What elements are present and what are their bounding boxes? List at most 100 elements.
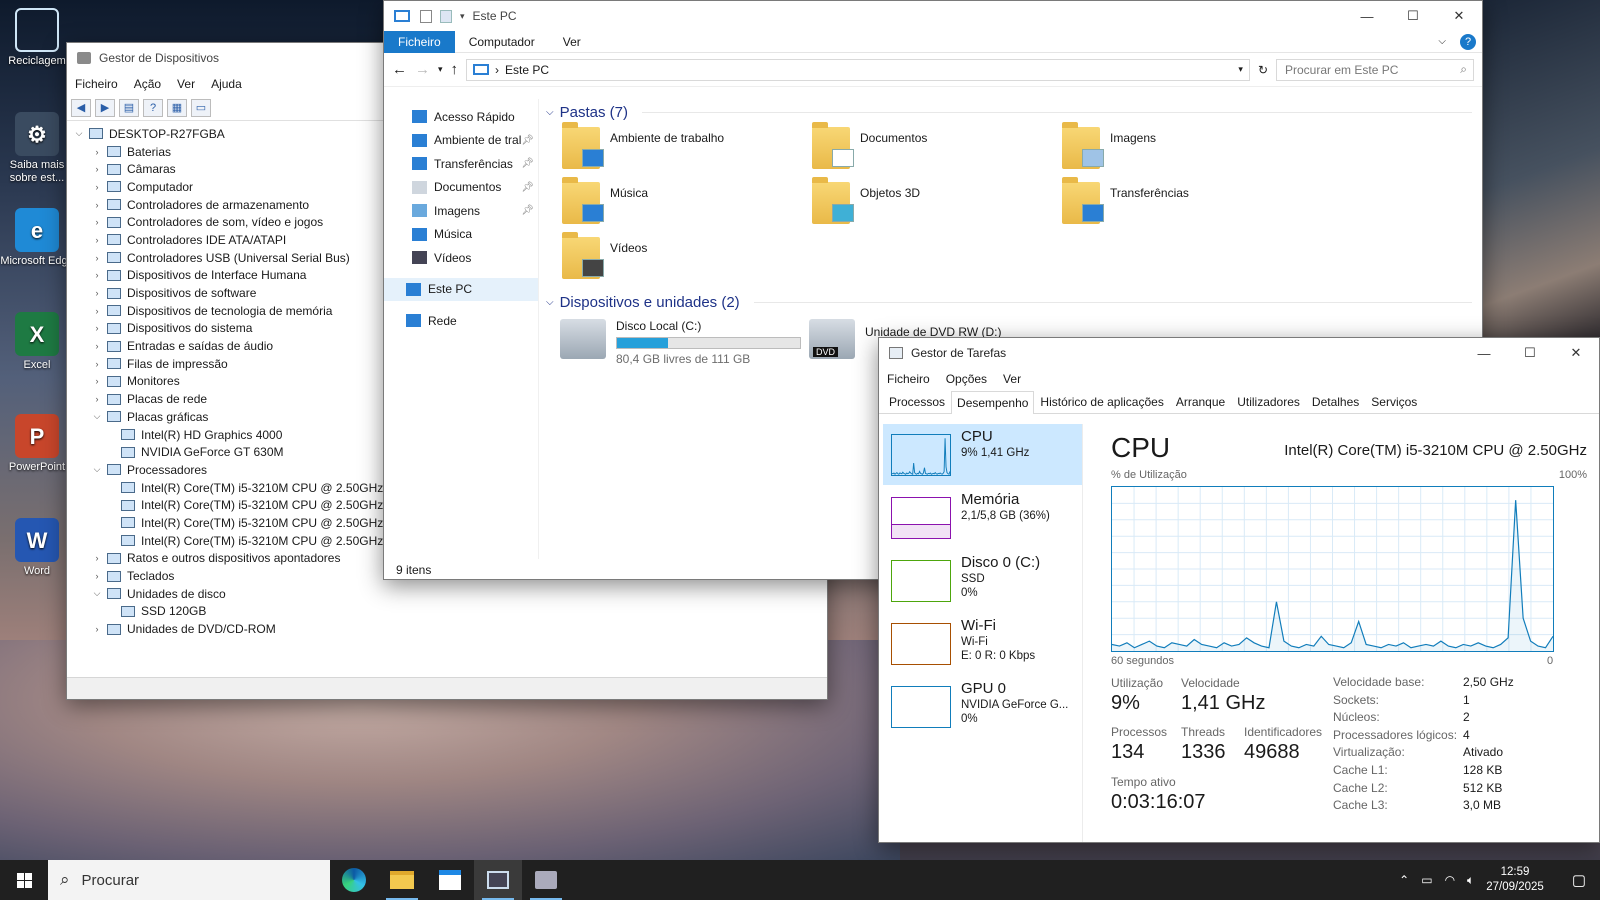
minimize-button[interactable]: — xyxy=(1344,1,1390,31)
chevron-right-icon[interactable]: › xyxy=(91,217,103,227)
tm-menu-item[interactable]: Ver xyxy=(995,372,1029,386)
nav-item-desktop[interactable]: Ambiente de tral 📌︎ xyxy=(384,129,538,153)
start-button[interactable] xyxy=(0,860,48,900)
close-button[interactable]: ✕ xyxy=(1436,1,1482,31)
chevron-right-icon[interactable]: › xyxy=(91,323,103,333)
view-icon[interactable]: ▦ xyxy=(167,98,187,117)
nav-item-documents[interactable]: Documentos 📌︎ xyxy=(384,176,538,200)
tm-maximize-button[interactable]: ☐ xyxy=(1507,338,1553,368)
desktop-icon-learn-more[interactable]: ⚙ Saiba mais sobre est... xyxy=(0,112,74,185)
menu-item[interactable]: Ver xyxy=(169,77,203,91)
ribbon-tab[interactable]: Computador xyxy=(455,31,549,53)
task-manager-window[interactable]: Gestor de Tarefas — ☐ ✕ Ficheiro Opções Ve… xyxy=(878,337,1600,843)
ribbon-tab[interactable]: Ver xyxy=(549,31,595,53)
chevron-right-icon[interactable]: › xyxy=(91,553,103,563)
task-manager-titlebar[interactable]: Gestor de Tarefas — ☐ ✕ xyxy=(879,338,1599,368)
menu-item[interactable]: Ficheiro xyxy=(67,77,126,91)
tm-tab[interactable]: Utilizadores xyxy=(1231,390,1306,413)
chevron-right-icon[interactable]: › xyxy=(91,288,103,298)
maximize-button[interactable]: ☐ xyxy=(1390,1,1436,31)
chevron-right-icon[interactable]: › xyxy=(91,147,103,157)
address-text[interactable]: Este PC xyxy=(505,63,549,77)
desktop-icon-excel[interactable]: X Excel xyxy=(0,312,74,372)
forward-icon[interactable]: ▶ xyxy=(95,98,115,117)
folder-desktop[interactable]: Ambiente de trabalho xyxy=(562,122,802,177)
tm-tab[interactable]: Histórico de aplicações xyxy=(1034,390,1169,413)
tm-tab[interactable]: Arranque xyxy=(1170,390,1231,413)
desktop-icon-edge[interactable]: e Microsoft Edge xyxy=(0,208,74,268)
back-arrow-icon[interactable]: ← xyxy=(392,61,407,78)
monitor-icon[interactable]: ▭ xyxy=(191,98,211,117)
resource-item[interactable]: Disco 0 (C:) SSD 0% xyxy=(883,550,1082,611)
tm-tab[interactable]: Detalhes xyxy=(1306,390,1365,413)
pin-icon[interactable]: 📌︎ xyxy=(521,205,534,216)
chevron-right-icon[interactable]: › xyxy=(91,359,103,369)
properties-quick-icon[interactable] xyxy=(420,9,432,23)
taskbar-search-box[interactable]: ⌕ Procurar xyxy=(48,860,330,900)
desktop-icon-word[interactable]: W Word xyxy=(0,518,74,578)
devices-group-header[interactable]: ⌵ Dispositivos e unidades (2) xyxy=(544,291,1472,313)
properties-icon[interactable]: ▤ xyxy=(119,98,139,117)
task-manager-taskbar-icon[interactable] xyxy=(474,860,522,900)
chevron-right-icon[interactable]: › xyxy=(91,164,103,174)
notifications-icon[interactable]: ▢ xyxy=(1572,871,1586,889)
resource-item[interactable]: Wi-Fi Wi-Fi E: 0 R: 0 Kbps xyxy=(883,613,1082,674)
chevron-up-icon[interactable]: ⌃ xyxy=(1399,873,1409,887)
wifi-icon[interactable]: ◠ xyxy=(1445,873,1455,887)
battery-icon[interactable]: ▭ xyxy=(1421,873,1432,887)
chevron-right-icon[interactable]: › xyxy=(91,270,103,280)
tree-category[interactable]: › Unidades de DVD/CD-ROM xyxy=(73,620,827,638)
help-icon[interactable]: ? xyxy=(1460,33,1476,50)
ribbon-tab[interactable]: Ficheiro xyxy=(384,30,455,53)
clock[interactable]: 12:59 27/09/2025 xyxy=(1486,865,1544,895)
nav-item-this-pc[interactable]: Este PC xyxy=(384,277,538,301)
tm-tab[interactable]: Desempenho xyxy=(951,391,1035,414)
folder-documents[interactable]: Documentos xyxy=(812,122,1052,177)
chevron-down-icon[interactable]: ⌵ xyxy=(91,464,103,475)
tree-device[interactable]: SSD 120GB xyxy=(73,603,827,621)
chevron-right-icon[interactable]: › xyxy=(91,306,103,316)
nav-item-pictures[interactable]: Imagens 📌︎ xyxy=(384,199,538,223)
store-taskbar-icon[interactable] xyxy=(426,860,474,900)
folder-downloads[interactable]: Transferências xyxy=(1062,177,1302,232)
chevron-right-icon[interactable]: › xyxy=(91,376,103,386)
explorer-titlebar[interactable]: ▾ Este PC — ☐ ✕ xyxy=(384,1,1482,31)
file-explorer-taskbar-icon[interactable] xyxy=(378,860,426,900)
folder-music[interactable]: Música xyxy=(562,177,802,232)
customize-quick-access-icon[interactable]: ▾ xyxy=(460,11,465,22)
nav-item-quick-access[interactable]: Acesso Rápido xyxy=(384,105,538,129)
volume-icon[interactable]: 🔈︎ xyxy=(1467,873,1474,888)
menu-item[interactable]: Ajuda xyxy=(203,77,250,91)
folder-pictures[interactable]: Imagens xyxy=(1062,122,1302,177)
search-input[interactable]: Procurar em Este PC ⌕ xyxy=(1276,58,1474,81)
pin-icon[interactable]: 📌︎ xyxy=(521,182,534,193)
resource-item[interactable]: GPU 0 NVIDIA GeForce G... 0% xyxy=(883,676,1082,737)
up-arrow-icon[interactable]: ↑ xyxy=(451,61,459,78)
tm-menu-item[interactable]: Opções xyxy=(938,372,995,386)
chevron-right-icon[interactable]: › xyxy=(91,200,103,210)
resource-item[interactable]: Memória 2,1/5,8 GB (36%) xyxy=(883,487,1082,548)
nav-item-videos[interactable]: Vídeos xyxy=(384,246,538,270)
back-icon[interactable]: ◀ xyxy=(71,98,91,117)
new-folder-quick-icon[interactable] xyxy=(440,9,452,23)
help-icon[interactable]: ? xyxy=(143,98,163,117)
chevron-right-icon[interactable]: › xyxy=(91,394,103,404)
folder-videos[interactable]: Vídeos xyxy=(562,232,802,287)
chevron-right-icon[interactable]: › xyxy=(91,341,103,351)
drive-c[interactable]: Disco Local (C:) 80,4 GB livres de 111 G… xyxy=(560,319,801,366)
tm-minimize-button[interactable]: — xyxy=(1461,338,1507,368)
nav-item-network[interactable]: Rede xyxy=(384,309,538,333)
menu-item[interactable]: Ação xyxy=(126,77,169,91)
tm-close-button[interactable]: ✕ xyxy=(1553,338,1599,368)
nav-item-downloads[interactable]: Transferências 📌︎ xyxy=(384,152,538,176)
chevron-right-icon[interactable]: › xyxy=(91,624,103,634)
folders-group-header[interactable]: ⌵ Pastas (7) xyxy=(544,101,1472,123)
pin-icon[interactable]: 📌︎ xyxy=(521,158,534,169)
folder-3d-objects[interactable]: Objetos 3D xyxy=(812,177,1052,232)
desktop-icon-powerpoint[interactable]: P PowerPoint xyxy=(0,414,74,474)
tree-category[interactable]: ⌵ Unidades de disco xyxy=(73,585,827,603)
chevron-right-icon[interactable]: › xyxy=(91,235,103,245)
tm-menu-item[interactable]: Ficheiro xyxy=(879,372,938,386)
tm-tab[interactable]: Processos xyxy=(883,390,951,413)
forward-arrow-icon[interactable]: → xyxy=(415,61,430,78)
